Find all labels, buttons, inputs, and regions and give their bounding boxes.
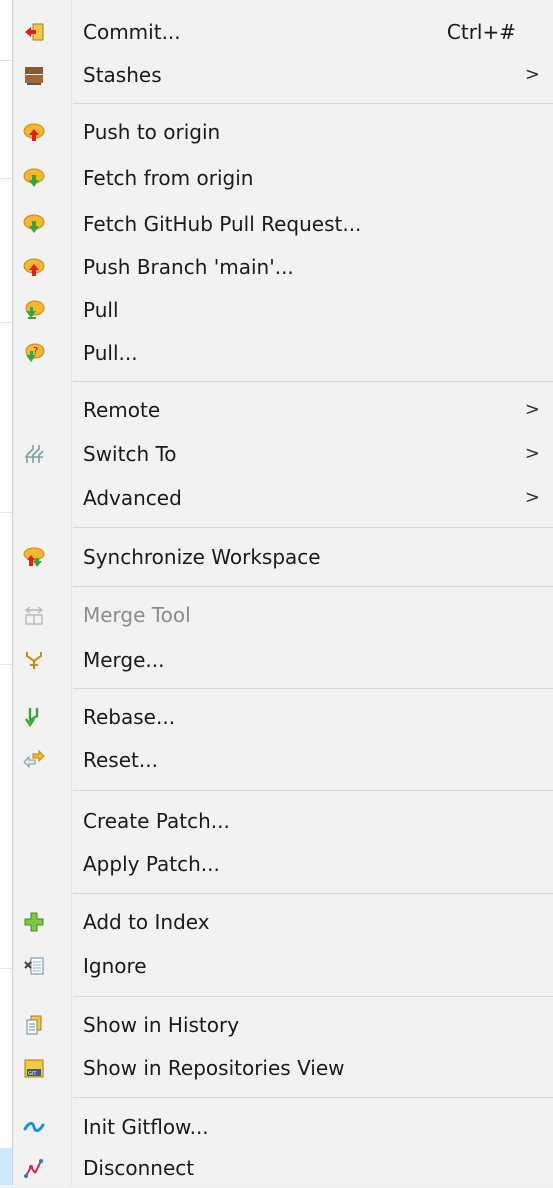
menu-separator — [73, 381, 553, 382]
fetch-icon — [23, 167, 45, 189]
menu-item-label: Fetch GitHub Pull Request... — [83, 212, 362, 236]
reset-icon — [23, 749, 45, 771]
submenu-arrow-icon: > — [524, 443, 540, 464]
menu-item-label: Init Gitflow... — [83, 1115, 209, 1139]
pull-icon — [23, 299, 45, 321]
menu-item-disconnect[interactable]: Disconnect — [13, 1148, 553, 1188]
synchronize-icon — [23, 546, 45, 568]
stash-icon — [23, 64, 45, 86]
menu-item-label: Push to origin — [83, 120, 221, 144]
menu-item-fetch-github-pull-request[interactable]: Fetch GitHub Pull Request... — [13, 204, 553, 244]
menu-item-label: Merge... — [83, 648, 165, 672]
menu-item-apply-patch[interactable]: Apply Patch... — [13, 844, 553, 884]
repository-icon: GIT — [23, 1057, 45, 1079]
menu-item-push-to-origin[interactable]: Push to origin — [13, 112, 553, 152]
menu-item-reset[interactable]: Reset... — [13, 740, 553, 780]
menu-separator — [73, 688, 553, 689]
menu-item-commit[interactable]: Commit... Ctrl+# — [13, 12, 553, 52]
menu-item-advanced[interactable]: Advanced > — [13, 478, 553, 518]
menu-item-fetch-from-origin[interactable]: Fetch from origin — [13, 158, 553, 198]
menu-item-label: Fetch from origin — [83, 166, 254, 190]
push-branch-icon — [23, 256, 45, 278]
menu-item-label: Remote — [83, 398, 161, 422]
menu-item-label: Apply Patch... — [83, 852, 220, 876]
disconnect-icon — [23, 1157, 45, 1179]
gitflow-icon — [23, 1116, 45, 1138]
pull-dialog-icon: ? — [23, 342, 45, 364]
menu-item-label: Show in History — [83, 1013, 240, 1037]
menu-item-label: Rebase... — [83, 705, 176, 729]
menu-item-push-branch-main[interactable]: Push Branch 'main'... — [13, 247, 553, 287]
submenu-arrow-icon: > — [524, 487, 540, 508]
push-icon — [23, 121, 45, 143]
menu-item-merge-tool[interactable]: Merge Tool — [13, 595, 553, 635]
menu-item-label: Add to Index — [83, 910, 210, 934]
menu-item-merge[interactable]: Merge... — [13, 640, 553, 680]
menu-item-ignore[interactable]: Ignore — [13, 946, 553, 986]
menu-item-label: Commit... — [83, 20, 181, 44]
rebase-icon — [23, 706, 45, 728]
menu-item-remote[interactable]: Remote > — [13, 390, 553, 430]
menu-item-switch-to[interactable]: Switch To > — [13, 434, 553, 474]
background-editor-strip — [0, 0, 12, 1185]
submenu-arrow-icon: > — [524, 399, 540, 420]
menu-separator — [73, 103, 553, 104]
menu-item-pull-dialog[interactable]: ? Pull... — [13, 333, 553, 373]
ignore-icon — [23, 955, 45, 977]
menu-item-rebase[interactable]: Rebase... — [13, 697, 553, 737]
history-icon — [23, 1014, 45, 1036]
menu-separator — [73, 586, 553, 587]
commit-icon — [23, 21, 45, 43]
menu-separator — [73, 1097, 553, 1098]
menu-item-label: Stashes — [83, 63, 162, 87]
menu-item-label: Merge Tool — [83, 603, 191, 627]
menu-item-label: Advanced — [83, 486, 182, 510]
menu-separator — [73, 790, 553, 791]
menu-separator — [73, 996, 553, 997]
merge-icon — [23, 649, 45, 671]
team-context-menu: Commit... Ctrl+# Stashes > Push to origi… — [12, 0, 553, 1185]
add-icon — [23, 911, 45, 933]
menu-item-show-in-history[interactable]: Show in History — [13, 1005, 553, 1045]
menu-item-label: Ignore — [83, 954, 147, 978]
merge-tool-icon — [23, 604, 45, 626]
menu-item-label: Switch To — [83, 442, 177, 466]
menu-item-label: Pull... — [83, 341, 138, 365]
menu-separator — [73, 527, 553, 528]
menu-item-label: Create Patch... — [83, 809, 230, 833]
submenu-arrow-icon: > — [524, 64, 540, 85]
menu-item-label: Push Branch 'main'... — [83, 255, 294, 279]
menu-item-label: Synchronize Workspace — [83, 545, 321, 569]
fetch-pr-icon — [23, 213, 45, 235]
menu-item-init-gitflow[interactable]: Init Gitflow... — [13, 1107, 553, 1147]
menu-separator — [73, 893, 553, 894]
menu-item-label: Disconnect — [83, 1156, 195, 1180]
menu-item-create-patch[interactable]: Create Patch... — [13, 801, 553, 841]
menu-item-show-in-repositories-view[interactable]: GIT Show in Repositories View — [13, 1048, 553, 1088]
menu-item-label: Reset... — [83, 748, 158, 772]
svg-text:GIT: GIT — [28, 1071, 37, 1077]
menu-item-pull[interactable]: Pull — [13, 290, 553, 330]
menu-item-synchronize-workspace[interactable]: Synchronize Workspace — [13, 537, 553, 577]
switch-branch-icon — [23, 443, 45, 465]
shortcut-text: Ctrl+# — [446, 20, 516, 44]
menu-item-add-to-index[interactable]: Add to Index — [13, 902, 553, 942]
menu-item-label: Pull — [83, 298, 119, 322]
menu-item-label: Show in Repositories View — [83, 1056, 345, 1080]
menu-item-stashes[interactable]: Stashes > — [13, 55, 553, 95]
background-selected-row — [0, 1148, 12, 1185]
